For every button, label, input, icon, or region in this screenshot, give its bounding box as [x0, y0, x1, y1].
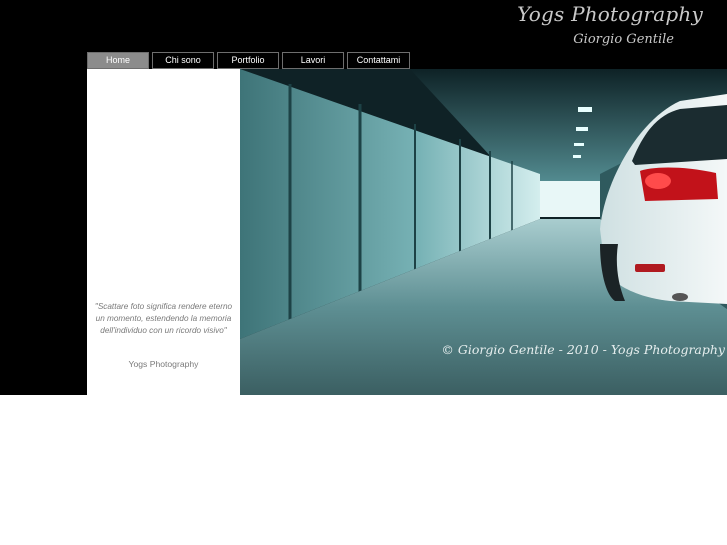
nav-home[interactable]: Home: [87, 52, 149, 69]
site-subtitle: Giorgio Gentile: [573, 32, 674, 47]
nav-portfolio[interactable]: Portfolio: [217, 52, 279, 69]
nav-chi-sono[interactable]: Chi sono: [152, 52, 214, 69]
nav-contattami[interactable]: Contattami: [347, 52, 410, 69]
sidebar-quote: "Scattare foto significa rendere eterno …: [94, 302, 233, 335]
nav-lavori[interactable]: Lavori: [282, 52, 344, 69]
sidebar-quote-author: Yogs Photography: [128, 359, 199, 369]
sidebar-panel: "Scattare foto significa rendere eterno …: [87, 69, 240, 395]
hero-photo: © Giorgio Gentile - 2010 - Yogs Photogra…: [240, 69, 727, 395]
photo-copyright: © Giorgio Gentile - 2010 - Yogs Photogra…: [441, 342, 725, 357]
site-title: Yogs Photography: [517, 2, 703, 26]
